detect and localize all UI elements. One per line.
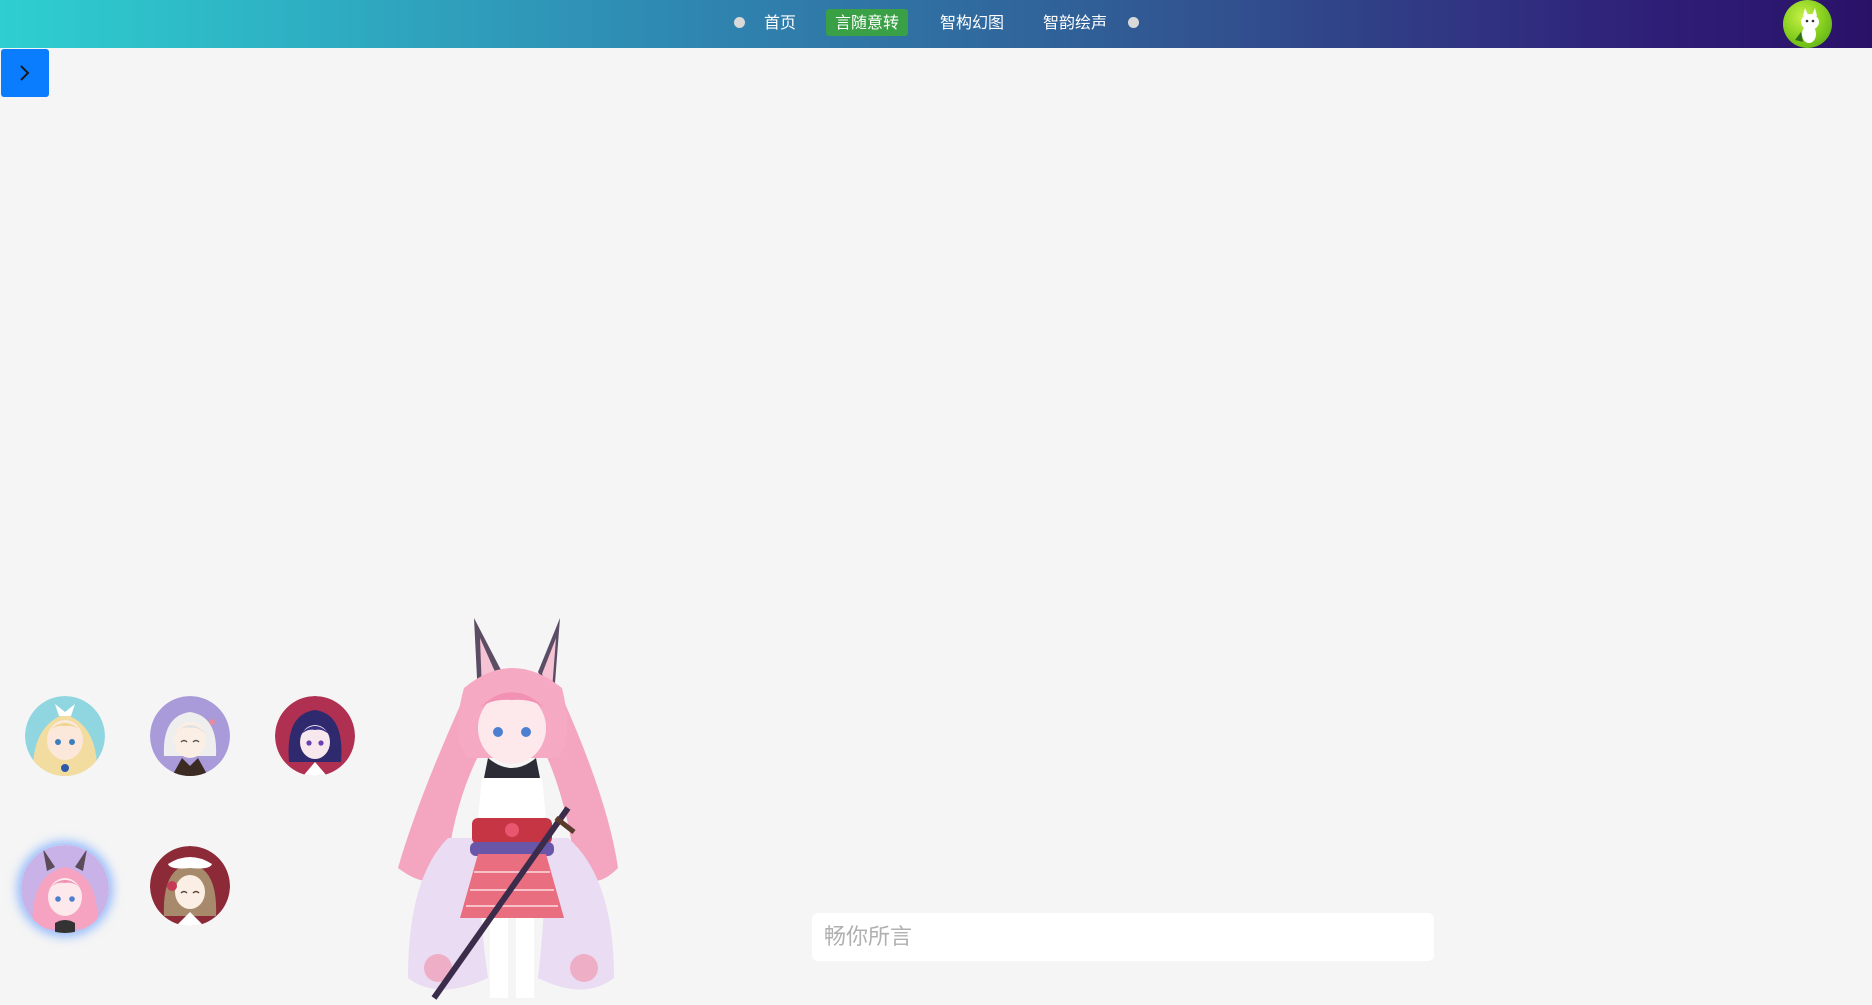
nav-item-home[interactable]: 首页	[755, 9, 805, 36]
sidebar-toggle-button[interactable]	[1, 49, 49, 97]
live2d-character-figure[interactable]	[378, 618, 640, 1001]
blonde-character-avatar-icon	[25, 696, 105, 776]
nav-right-dot-icon	[1128, 17, 1139, 28]
maid-character-avatar-icon	[150, 846, 230, 926]
nav-item-image-gen[interactable]: 智构幻图	[931, 9, 1013, 36]
nav-left-dot-icon	[734, 17, 745, 28]
dark-hair-character-avatar-icon	[275, 696, 355, 776]
user-avatar[interactable]	[1783, 0, 1832, 48]
character-avatar-maid[interactable]	[150, 846, 230, 926]
character-avatar-pink-fox[interactable]	[21, 845, 109, 933]
pink-fox-character-figure-icon	[398, 618, 618, 1000]
character-avatar-silver[interactable]	[150, 696, 230, 776]
chevron-right-icon	[20, 65, 30, 81]
main-nav: 首页 言随意转 智构幻图 智韵绘声	[0, 0, 1872, 48]
top-navigation-bar: 首页 言随意转 智构幻图 智韵绘声	[0, 0, 1872, 48]
character-avatar-dark[interactable]	[275, 696, 355, 776]
cartoon-cat-avatar-icon	[1795, 8, 1819, 43]
pink-fox-character-avatar-icon	[21, 845, 109, 933]
character-avatar-blonde[interactable]	[25, 696, 105, 776]
nav-item-voice-gen[interactable]: 智韵绘声	[1034, 9, 1116, 36]
chat-input[interactable]	[812, 913, 1434, 961]
silver-hair-character-avatar-icon	[150, 696, 230, 776]
nav-item-text-chat[interactable]: 言随意转	[826, 9, 909, 36]
